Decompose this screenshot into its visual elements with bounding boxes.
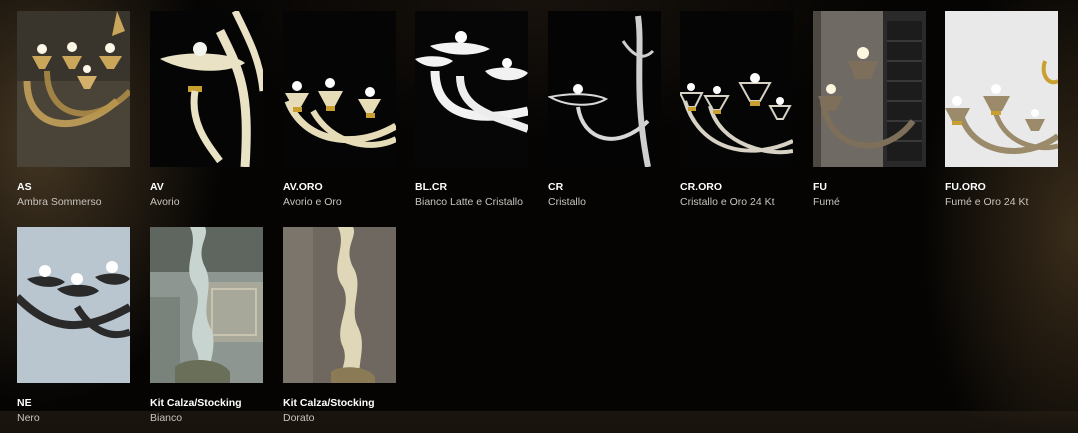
white-stocking-photo[interactable] [150,227,263,383]
swatch-item[interactable]: CR Cristallo [548,11,661,210]
ivory-gold-chandelier-photo[interactable] [283,11,396,167]
finish-name: Bianco Latte e Cristallo [415,196,523,208]
swatch-item[interactable]: CR.ORO Cristallo e Oro 24 Kt [680,11,793,210]
finish-code: FU [813,181,827,193]
finish-code: AS [17,181,32,193]
swatch-item[interactable]: BL.CR Bianco Latte e Cristallo [415,11,528,210]
finish-code: AV.ORO [283,181,323,193]
finish-name: Avorio e Oro [283,196,342,208]
swatch-item[interactable]: NE Nero [17,227,130,426]
finish-code: BL.CR [415,181,448,193]
gold-stocking-photo[interactable] [283,227,396,383]
swatch-item[interactable]: AV.ORO Avorio e Oro [283,11,396,210]
finish-name: Fumé [813,196,840,208]
finish-name: Cristallo e Oro 24 Kt [680,196,775,208]
swatch-item[interactable]: AV Avorio [150,11,263,210]
finish-name: Fumé e Oro 24 Kt [945,196,1029,208]
swatch-item[interactable]: FU.ORO Fumé e Oro 24 Kt [945,11,1058,210]
finish-code: NE [17,397,32,409]
swatch-item[interactable]: AS Ambra Sommerso [17,11,130,210]
finish-code: CR.ORO [680,181,722,193]
finish-name: Avorio [150,196,180,208]
finish-code: Kit Calza/Stocking [283,397,375,409]
finish-code: FU.ORO [945,181,986,193]
swatch-item[interactable]: Kit Calza/Stocking Bianco [150,227,263,426]
ivory-chandelier-photo[interactable] [150,11,263,167]
finish-name: Dorato [283,412,315,424]
milk-white-chandelier-photo[interactable] [415,11,528,167]
finish-name: Bianco [150,412,183,424]
black-chandelier-photo[interactable] [17,227,130,383]
crystal-gold-chandelier-photo[interactable] [680,11,793,167]
finish-swatch-grid: AS Ambra Sommerso AV Avorio AV.ORO Avori… [0,0,1078,433]
finish-code: AV [150,181,164,193]
finish-code: CR [548,181,564,193]
finish-name: Cristallo [548,196,586,208]
smoke-chandelier-photo[interactable] [813,11,926,167]
crystal-chandelier-photo[interactable] [548,11,661,167]
finish-name: Ambra Sommerso [17,196,102,208]
swatch-item[interactable]: FU Fumé [813,11,926,210]
finish-code: Kit Calza/Stocking [150,397,242,409]
amber-chandelier-photo[interactable] [17,11,130,167]
smoke-gold-chandelier-photo[interactable] [945,11,1058,167]
finish-name: Nero [17,412,40,424]
swatch-item[interactable]: Kit Calza/Stocking Dorato [283,227,396,426]
